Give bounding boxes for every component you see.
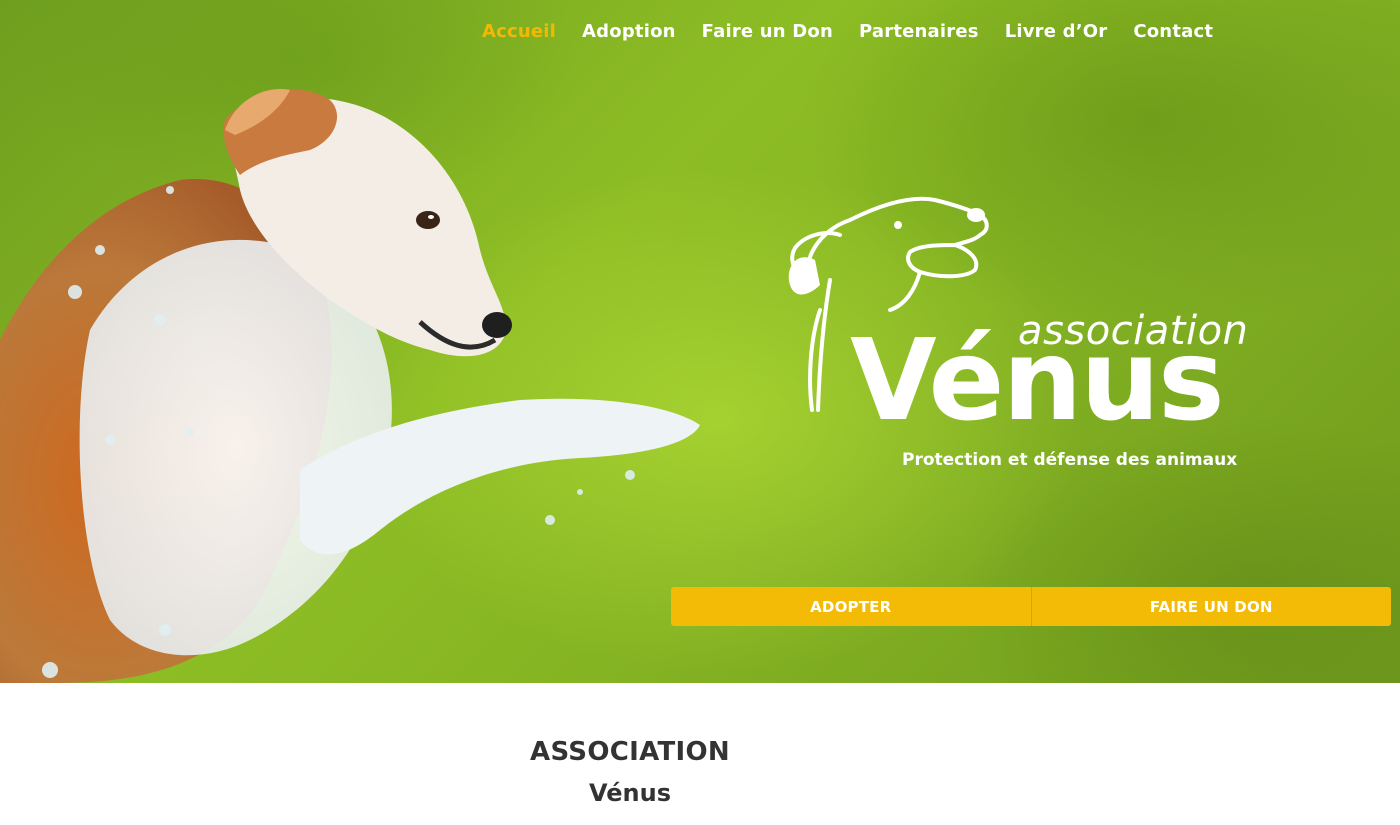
nav-item-faire-un-don[interactable]: Faire un Don — [702, 18, 833, 46]
nav-item-adoption[interactable]: Adoption — [582, 18, 676, 46]
main-nav: Accueil Adoption Faire un Don Partenaire… — [482, 18, 1239, 46]
association-logo: association Vénus Protection et défense … — [780, 190, 1248, 480]
adopt-button[interactable]: ADOPTER — [671, 587, 1032, 626]
cta-group: ADOPTER FAIRE UN DON — [671, 587, 1391, 626]
hero-banner: Accueil Adoption Faire un Don Partenaire… — [0, 0, 1400, 683]
section-subtitle: Vénus — [589, 779, 671, 807]
logo-venus-text: Vénus — [850, 316, 1225, 446]
logo-tagline: Protection et défense des animaux — [902, 450, 1238, 470]
donate-button[interactable]: FAIRE UN DON — [1031, 587, 1391, 626]
nav-item-accueil[interactable]: Accueil — [482, 18, 556, 46]
nav-item-livre-dor[interactable]: Livre d’Or — [1005, 18, 1108, 46]
nav-item-contact[interactable]: Contact — [1133, 18, 1213, 46]
association-section: ASSOCIATION Vénus — [0, 683, 1400, 825]
nav-item-partenaires[interactable]: Partenaires — [859, 18, 979, 46]
section-title: ASSOCIATION — [530, 737, 730, 767]
